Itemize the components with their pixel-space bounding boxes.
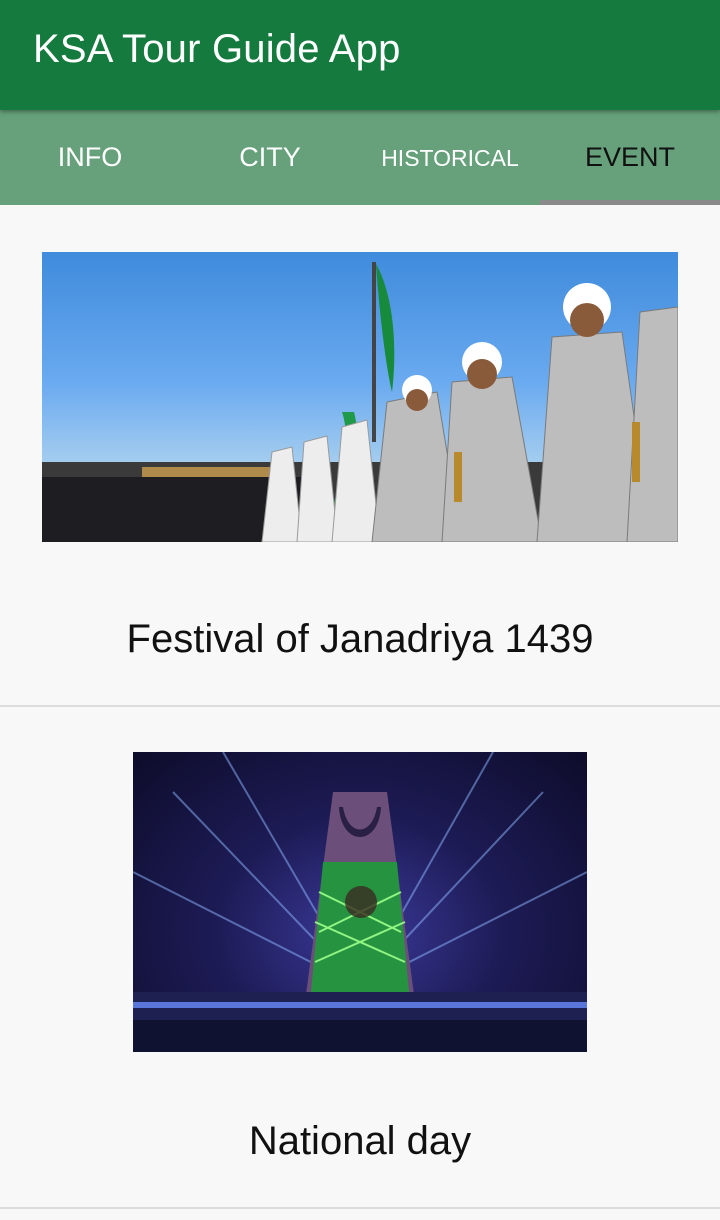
national-day-image xyxy=(133,752,587,1052)
event-list: Festival of Janadriya 1439 National day xyxy=(0,205,720,1209)
event-card-janadriya[interactable]: Festival of Janadriya 1439 xyxy=(0,205,720,707)
tab-historical-label: HISTORICAL xyxy=(381,144,519,171)
janadriya-festival-image xyxy=(42,252,678,542)
app-bar: KSA Tour Guide App xyxy=(0,0,720,110)
app-title: KSA Tour Guide App xyxy=(33,26,401,71)
event-title: Festival of Janadriya 1439 xyxy=(126,617,594,661)
tab-info-label: INFO xyxy=(57,142,123,172)
tab-city-label: CITY xyxy=(239,142,301,172)
tab-historical[interactable]: HISTORICAL xyxy=(360,110,540,205)
tab-event-label: EVENT xyxy=(584,142,676,172)
tab-city[interactable]: CITY xyxy=(180,110,360,205)
event-title: National day xyxy=(248,1119,472,1163)
tab-event[interactable]: EVENT xyxy=(540,110,720,205)
event-card-national-day[interactable]: National day xyxy=(0,707,720,1209)
tab-bar: INFO CITY HISTORICAL EVENT xyxy=(0,110,720,205)
tab-info[interactable]: INFO xyxy=(0,110,180,205)
list-divider xyxy=(0,1207,720,1209)
